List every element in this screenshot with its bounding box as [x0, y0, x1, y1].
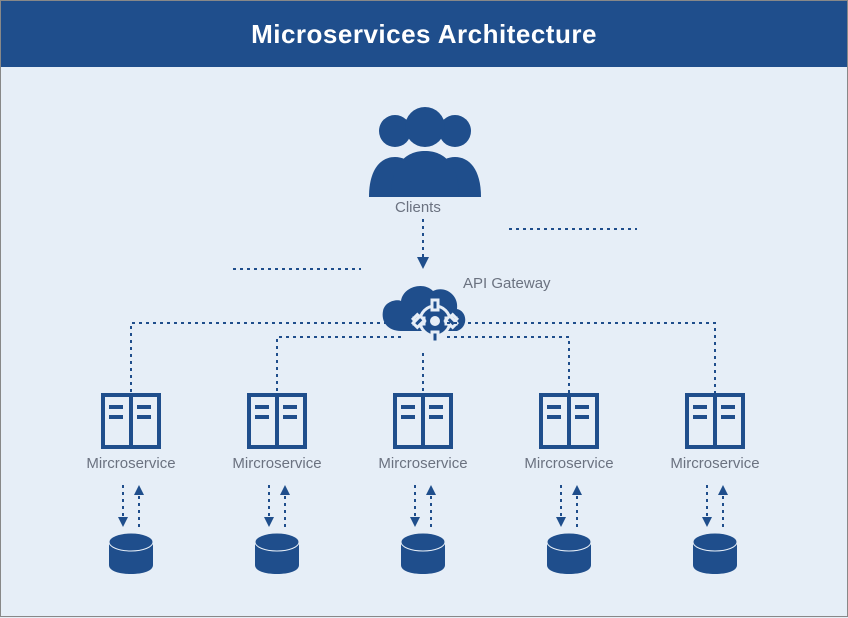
page-title: Microservices Architecture: [251, 19, 597, 50]
diagram-canvas: Clients: [1, 67, 848, 618]
database-icon: [691, 533, 739, 575]
database-icon: [107, 533, 155, 575]
header: Microservices Architecture: [1, 1, 847, 67]
database-icon: [545, 533, 593, 575]
database-icon: [253, 533, 301, 575]
database-icon: [399, 533, 447, 575]
